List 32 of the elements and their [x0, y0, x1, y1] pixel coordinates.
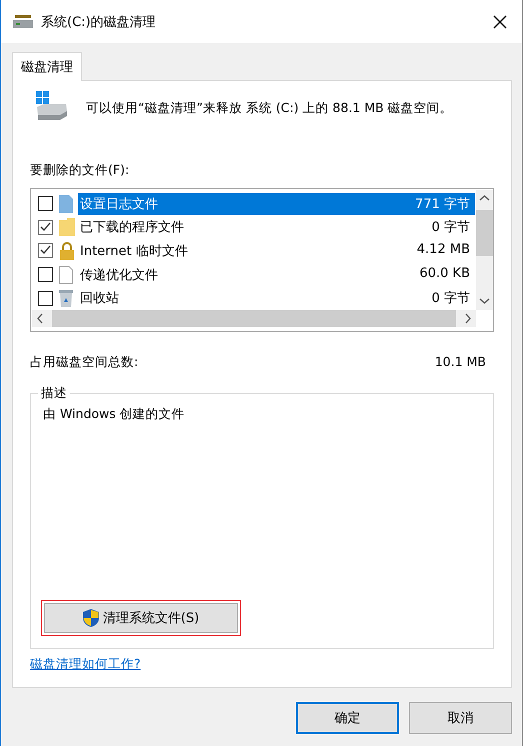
group-title: 描述 — [38, 385, 70, 402]
window-title: 系统(C:)的磁盘清理 — [41, 14, 157, 30]
total-value: 10.1 MB — [434, 354, 486, 371]
file-icon — [59, 194, 75, 213]
dialog-button[interactable]: 确定 — [296, 702, 399, 734]
list-item[interactable]: 设置日志文件 771 字节 — [78, 192, 475, 215]
drive-icon — [13, 14, 33, 28]
checkbox[interactable] — [38, 220, 53, 235]
file-icon — [59, 266, 75, 284]
checkbox[interactable] — [38, 290, 53, 306]
list-item[interactable]: Internet 临时文件 4.12 MB — [78, 240, 475, 262]
list-item[interactable]: 传递优化文件 60.0 KB — [78, 264, 475, 286]
info-text: 可以使用“磁盘清理”来释放 系统 (C:) 上的 88.1 MB 磁盘空间。 — [86, 100, 453, 116]
clean-system-files-button[interactable]: 清理系统文件(S) — [44, 603, 238, 633]
checkbox[interactable] — [38, 196, 53, 212]
total-label: 占用磁盘空间总数: — [30, 354, 138, 371]
list-item[interactable]: 已下载的程序文件 0 字节 — [78, 216, 475, 238]
scrollbar[interactable] — [32, 310, 476, 327]
list-item[interactable]: 回收站 0 字节 — [78, 287, 475, 310]
description-text: 由 Windows 创建的文件 — [43, 406, 186, 423]
checkbox[interactable] — [38, 267, 53, 282]
list-label: 要删除的文件(F): — [30, 162, 130, 179]
folder-icon — [59, 218, 75, 236]
lock-icon — [59, 242, 75, 260]
tab[interactable]: 磁盘清理 — [12, 52, 82, 81]
shield-icon — [82, 609, 99, 627]
close-icon — [493, 14, 507, 28]
checkbox[interactable] — [38, 243, 53, 258]
dialog-button[interactable]: 取消 — [409, 702, 512, 734]
bin-icon — [59, 289, 75, 308]
help-link[interactable]: 磁盘清理如何工作? — [30, 656, 141, 673]
scrollbar[interactable] — [476, 190, 493, 310]
